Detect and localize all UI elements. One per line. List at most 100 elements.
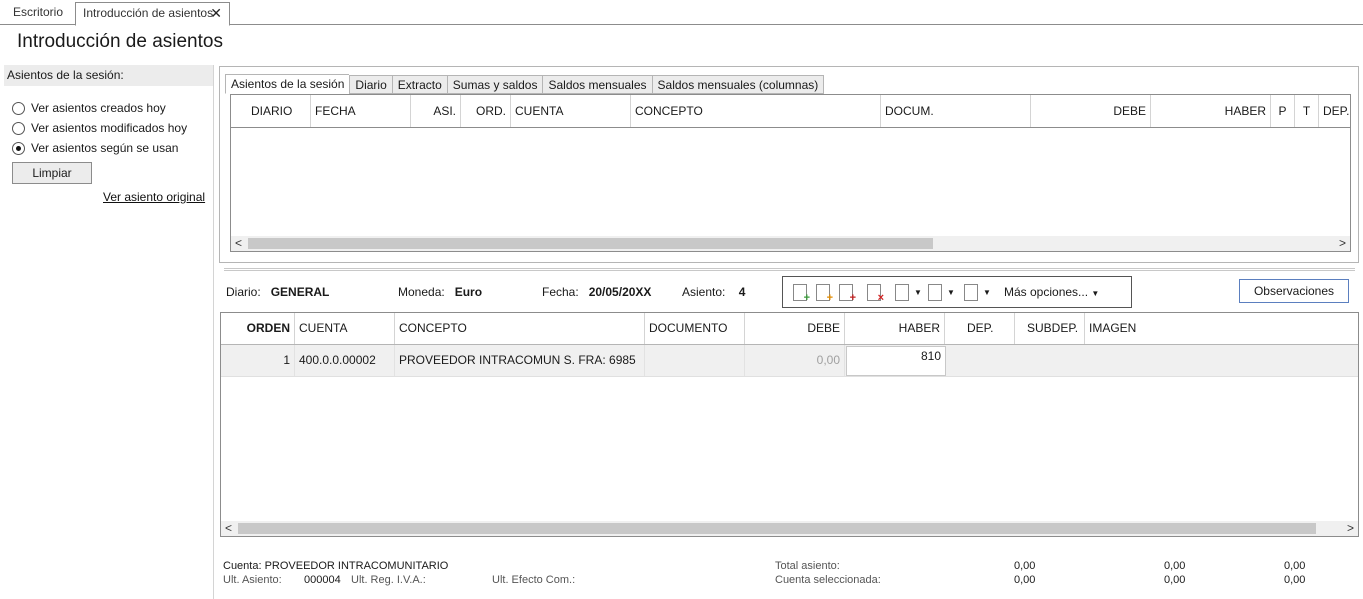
horizontal-scrollbar[interactable]: < > xyxy=(231,236,1350,251)
radio-modified-today[interactable]: Ver asientos modificados hoy xyxy=(12,120,187,136)
splitter[interactable] xyxy=(224,268,1355,271)
tab-saldos-mensuales-columnas[interactable]: Saldos mensuales (columnas) xyxy=(651,75,825,94)
col-haber[interactable]: HABER xyxy=(1151,95,1271,127)
tab-asientos-sesion[interactable]: Asientos de la sesión xyxy=(225,74,350,94)
col-concepto[interactable]: CONCEPTO xyxy=(395,313,645,344)
col-debe[interactable]: DEBE xyxy=(1031,95,1151,127)
line-toolbar: + + + × ▼ ▼ ▼ Más opciones... ▼ xyxy=(782,276,1132,308)
insert-line-icon[interactable]: + xyxy=(816,284,833,304)
fecha-label: Fecha: xyxy=(542,285,579,299)
check-icon[interactable] xyxy=(895,284,909,301)
chevron-down-icon[interactable]: ▼ xyxy=(983,288,991,297)
tab-introduccion-asientos[interactable]: Introducción de asientos ✕ xyxy=(75,2,230,26)
tab-label: Introducción de asientos xyxy=(83,6,214,20)
add-line-icon[interactable]: + xyxy=(839,284,856,304)
col-ord[interactable]: ORD. xyxy=(461,95,511,127)
scroll-thumb[interactable] xyxy=(238,523,1316,534)
radio-label: Ver asientos creados hoy xyxy=(31,101,166,115)
cell-debe[interactable]: 0,00 xyxy=(745,345,845,376)
view-original-link[interactable]: Ver asiento original xyxy=(103,190,205,204)
layout-icon[interactable] xyxy=(928,284,942,301)
cell-cuenta[interactable]: 400.0.0.00002 xyxy=(295,345,395,376)
horizontal-scrollbar[interactable]: < > xyxy=(221,521,1358,536)
asiento-info: Asiento: 4 xyxy=(682,285,745,299)
session-entries-grid[interactable]: DIARIO FECHA ASI. ORD. CUENTA CONCEPTO D… xyxy=(230,94,1351,252)
radio-icon[interactable] xyxy=(12,101,25,115)
upper-panel: Asientos de la sesión Diario Extracto Su… xyxy=(219,66,1359,263)
cell-documento[interactable] xyxy=(645,345,745,376)
chevron-down-icon[interactable]: ▼ xyxy=(947,288,955,297)
more-options-label: Más opciones... xyxy=(1004,285,1089,299)
col-cuenta[interactable]: CUENTA xyxy=(511,95,631,127)
radio-icon[interactable] xyxy=(12,121,25,135)
tab-extracto[interactable]: Extracto xyxy=(391,75,447,94)
col-asi[interactable]: ASI. xyxy=(411,95,461,127)
entry-lines-grid[interactable]: ORDEN CUENTA CONCEPTO DOCUMENTO DEBE HAB… xyxy=(220,312,1359,537)
col-concepto[interactable]: CONCEPTO xyxy=(631,95,881,127)
col-fecha[interactable]: FECHA xyxy=(311,95,411,127)
radio-icon[interactable] xyxy=(12,141,25,155)
col-cuenta[interactable]: CUENTA xyxy=(295,313,395,344)
scroll-right-icon[interactable]: > xyxy=(1343,521,1358,536)
moneda-label: Moneda: xyxy=(398,285,445,299)
ult-iva-label: Ult. Reg. I.V.A.: xyxy=(351,574,426,586)
total-asiento-label: Total asiento: xyxy=(775,560,840,572)
chevron-down-icon[interactable]: ▼ xyxy=(914,288,922,297)
clear-button[interactable]: Limpiar xyxy=(12,162,92,184)
radio-as-used[interactable]: Ver asientos según se usan xyxy=(12,140,178,156)
col-docum[interactable]: DOCUM. xyxy=(881,95,1031,127)
tab-sumas-saldos[interactable]: Sumas y saldos xyxy=(446,75,543,94)
tab-diario[interactable]: Diario xyxy=(349,75,392,94)
moneda-value: Euro xyxy=(454,285,483,299)
table-row[interactable]: 1 400.0.0.00002 PROVEEDOR INTRACOMUN S. … xyxy=(221,345,1358,377)
ult-asiento-value: 000004 xyxy=(304,574,341,586)
close-icon[interactable]: ✕ xyxy=(210,3,222,23)
col-p[interactable]: P xyxy=(1271,95,1295,127)
chevron-down-icon: ▼ xyxy=(1091,289,1100,298)
view-tabs: Asientos de la sesión Diario Extracto Su… xyxy=(225,74,825,94)
radio-created-today[interactable]: Ver asientos creados hoy xyxy=(12,100,166,116)
cuenta-debe: 0,00 xyxy=(1014,574,1036,586)
ult-efecto-label: Ult. Efecto Com.: xyxy=(492,574,576,586)
cuenta-haber: 0,00 xyxy=(1164,574,1186,586)
col-imagen[interactable]: IMAGEN xyxy=(1085,313,1358,344)
scroll-right-icon[interactable]: > xyxy=(1335,236,1350,251)
asiento-label: Asiento: xyxy=(682,285,726,299)
tab-saldos-mensuales[interactable]: Saldos mensuales xyxy=(542,75,652,94)
col-t[interactable]: T xyxy=(1295,95,1319,127)
col-dep[interactable]: DEP. xyxy=(1319,95,1351,127)
col-subdep[interactable]: SUBDEP. xyxy=(1015,313,1085,344)
observaciones-button[interactable]: Observaciones xyxy=(1239,279,1349,303)
grid-header: DIARIO FECHA ASI. ORD. CUENTA CONCEPTO D… xyxy=(231,95,1350,128)
more-options-button[interactable]: Más opciones... ▼ xyxy=(1004,285,1099,299)
total-saldo: 0,00 xyxy=(1284,560,1306,572)
scroll-left-icon[interactable]: < xyxy=(221,521,236,536)
scroll-left-icon[interactable]: < xyxy=(231,236,246,251)
cuenta-footer: Cuenta: PROVEEDOR INTRACOMUNITARIO xyxy=(223,560,449,572)
tab-escritorio[interactable]: Escritorio xyxy=(6,2,70,25)
page-title: Introducción de asientos xyxy=(17,31,223,52)
cell-haber-input[interactable]: 810 xyxy=(846,346,946,376)
scroll-thumb[interactable] xyxy=(248,238,933,249)
cuenta-seleccionada-label: Cuenta seleccionada: xyxy=(775,574,881,586)
fecha-info: Fecha: 20/05/20XX xyxy=(542,285,651,299)
asiento-value: 4 xyxy=(738,285,746,299)
document-tab-bar: Escritorio Introducción de asientos ✕ xyxy=(0,0,1363,26)
col-haber[interactable]: HABER xyxy=(845,313,945,344)
col-orden[interactable]: ORDEN xyxy=(221,313,295,344)
diario-value: GENERAL xyxy=(270,285,330,299)
col-documento[interactable]: DOCUMENTO xyxy=(645,313,745,344)
total-debe: 0,00 xyxy=(1014,560,1036,572)
cell-orden[interactable]: 1 xyxy=(221,345,295,376)
radio-label: Ver asientos modificados hoy xyxy=(31,121,188,135)
col-debe[interactable]: DEBE xyxy=(745,313,845,344)
session-header: Asientos de la sesión: xyxy=(4,65,213,86)
col-diario[interactable]: DIARIO xyxy=(231,95,311,127)
new-line-icon[interactable]: + xyxy=(793,284,810,304)
cell-concepto[interactable]: PROVEEDOR INTRACOMUN S. FRA: 6985 xyxy=(395,345,645,376)
radio-label: Ver asientos según se usan xyxy=(31,141,179,155)
grid-header: ORDEN CUENTA CONCEPTO DOCUMENTO DEBE HAB… xyxy=(221,313,1358,345)
document-icon[interactable] xyxy=(964,284,978,301)
delete-line-icon[interactable]: × xyxy=(867,284,884,304)
col-dep[interactable]: DEP. xyxy=(945,313,1015,344)
